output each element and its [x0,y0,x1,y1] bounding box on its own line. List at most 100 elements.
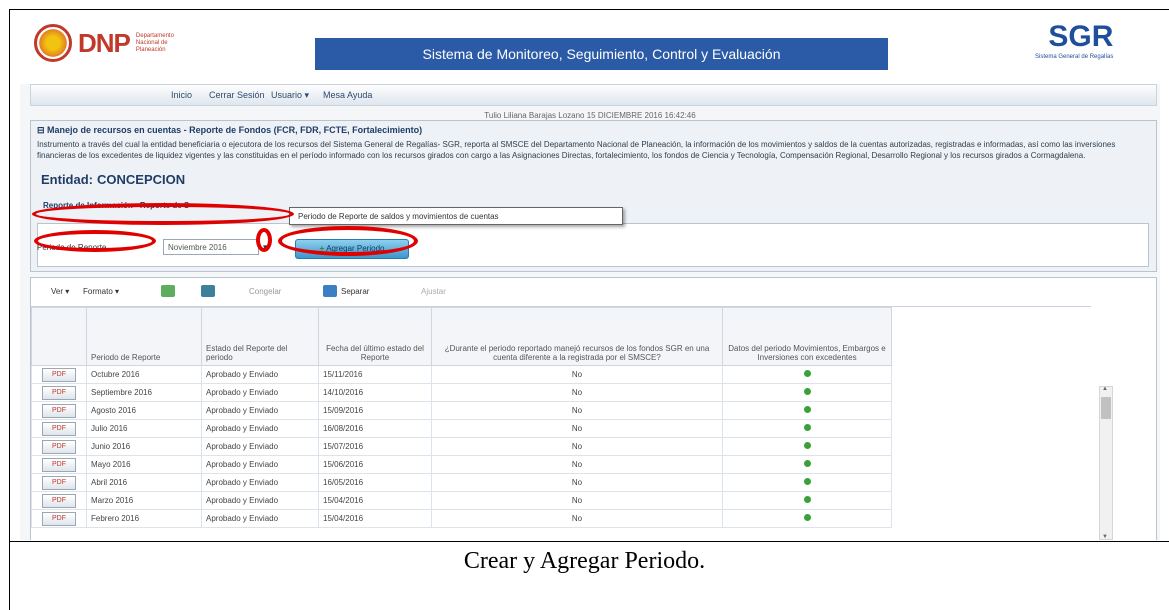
pdf-button[interactable]: PDF [42,439,76,454]
fecha-cell: 15/09/2016 [318,401,432,420]
view-data-icon[interactable] [803,370,811,377]
report-table: Periodo de Reporte Estado del Reporte de… [31,307,892,528]
grid-view-icon[interactable] [201,285,215,297]
table-row[interactable]: PDF Octubre 2016 Aprobado y Enviado 15/11/2… [31,365,892,384]
table-row[interactable]: PDF Mayo 2016 Aprobado y Enviado 15/06/2016… [31,455,892,474]
pdf-cell: PDF [31,365,87,384]
fecha-cell: 15/04/2016 [318,491,432,510]
periodo-cell: Febrero 2016 [86,509,202,528]
col-header-estado[interactable]: Estado del Reporte del periodo [201,307,319,366]
nav-bar: Inicio Cerrar Sesión Usuario ▾ Mesa Ayud… [30,84,1157,106]
pdf-cell: PDF [31,491,87,510]
figure-caption: Crear y Agregar Periodo. [463,548,706,574]
table-row[interactable]: PDF Agosto 2016 Aprobado y Enviado 15/09/20… [31,401,892,420]
col-header-pregunta[interactable]: ¿Durante el periodo reportado manejó rec… [431,307,723,366]
ver-menu[interactable]: Ver ▾ [51,287,69,296]
periodo-cell: Julio 2016 [86,419,202,438]
pdf-button[interactable]: PDF [42,511,76,526]
respuesta-cell: No [431,365,723,384]
estado-cell: Aprobado y Enviado [201,383,319,402]
view-data-icon[interactable] [803,514,811,521]
estado-cell: Aprobado y Enviado [201,491,319,510]
col-header-fecha[interactable]: Fecha del último estado del Reporte [318,307,432,366]
pdf-cell: PDF [31,509,87,528]
scroll-up-icon[interactable]: ▲ [1102,386,1108,392]
table-scrollbar[interactable]: ▲ ▼ [1099,386,1113,540]
ajustar-button[interactable]: Ajustar [421,287,446,296]
dnp-logo-text: DNP [78,27,131,58]
periodo-tooltip: Periodo de Reporte de saldos y movimient… [289,207,623,225]
view-data-icon[interactable] [803,442,811,449]
nav-cerrar-sesion[interactable]: Cerrar Sesión [209,90,265,100]
app-header: DNP Departamento Nacional de Planeación … [20,12,1160,84]
pdf-button[interactable]: PDF [42,385,76,400]
view-data-icon[interactable] [803,496,811,503]
highlight-ring-report [32,203,294,225]
estado-cell: Aprobado y Enviado [201,455,319,474]
view-data-icon[interactable] [803,460,811,467]
datos-cell [722,401,892,420]
col-header-periodo[interactable]: Periodo de Reporte [86,307,202,366]
nav-inicio[interactable]: Inicio [171,90,192,100]
pdf-button[interactable]: PDF [42,457,76,472]
col-header-datos[interactable]: Datos del periodo Movimientos, Embargos … [722,307,892,366]
view-data-icon[interactable] [803,478,811,485]
periodo-cell: Marzo 2016 [86,491,202,510]
fecha-cell: 15/04/2016 [318,509,432,528]
table-header-row: Periodo de Reporte Estado del Reporte de… [31,307,892,366]
respuesta-cell: No [431,491,723,510]
nav-mesa-ayuda[interactable]: Mesa Ayuda [323,90,372,100]
highlight-ring-agregar [278,226,418,256]
fecha-cell: 16/05/2016 [318,473,432,492]
congelar-button[interactable]: Congelar [249,287,281,296]
table-row[interactable]: PDF Marzo 2016 Aprobado y Enviado 15/04/201… [31,491,892,510]
fecha-cell: 15/11/2016 [318,365,432,384]
panel-description: Instrumento a través del cual la entidad… [37,140,1116,160]
datos-cell [722,437,892,456]
fecha-cell: 15/06/2016 [318,455,432,474]
panel-title-text: Manejo de recursos en cuentas - Reporte … [47,125,423,135]
view-data-icon[interactable] [803,388,811,395]
table-row[interactable]: PDF Abril 2016 Aprobado y Enviado 16/05/201… [31,473,892,492]
estado-cell: Aprobado y Enviado [201,401,319,420]
separar-button[interactable]: Separar [341,287,369,296]
periodo-cell: Octubre 2016 [86,365,202,384]
respuesta-cell: No [431,437,723,456]
dnp-logo: DNP Departamento Nacional de Planeación [34,24,186,62]
view-data-icon[interactable] [803,406,811,413]
entity-label: Entidad: [41,172,93,187]
scroll-down-icon[interactable]: ▼ [1102,534,1108,540]
fecha-cell: 14/10/2016 [318,383,432,402]
sgr-logo-text: SGR [1048,20,1114,53]
datos-cell [722,491,892,510]
estado-cell: Aprobado y Enviado [201,509,319,528]
view-data-icon[interactable] [803,424,811,431]
estado-cell: Aprobado y Enviado [201,419,319,438]
pdf-cell: PDF [31,437,87,456]
table-row[interactable]: PDF Septiembre 2016 Aprobado y Enviado 14/1… [31,383,892,402]
formato-menu[interactable]: Formato ▾ [83,287,119,296]
scroll-thumb[interactable] [1101,397,1111,419]
user-session-line: Tulio Liliana Barajas Lozano 15 DICIEMBR… [484,111,696,120]
periodo-cell: Abril 2016 [86,473,202,492]
dnp-logo-subtitle: Departamento Nacional de Planeación [135,32,174,53]
col-header-pdf [31,307,87,366]
table-row[interactable]: PDF Junio 2016 Aprobado y Enviado 15/07/201… [31,437,892,456]
pdf-cell: PDF [31,473,87,492]
pdf-button[interactable]: PDF [42,421,76,436]
table-row[interactable]: PDF Julio 2016 Aprobado y Enviado 16/08/201… [31,419,892,438]
periodo-select[interactable]: Noviembre 2016 [163,239,259,255]
respuesta-cell: No [431,383,723,402]
periodo-cell: Mayo 2016 [86,455,202,474]
periodo-cell: Septiembre 2016 [86,383,202,402]
system-title: Sistema de Monitoreo, Seguimiento, Contr… [315,38,888,70]
pdf-button[interactable]: PDF [42,475,76,490]
nav-usuario[interactable]: Usuario ▾ [271,90,309,101]
respuesta-cell: No [431,401,723,420]
periodo-cell: Agosto 2016 [86,401,202,420]
pdf-button[interactable]: PDF [42,493,76,508]
pdf-button[interactable]: PDF [42,403,76,418]
export-excel-icon[interactable] [161,285,175,297]
table-row[interactable]: PDF Febrero 2016 Aprobado y Enviado 15/04/2… [31,509,892,528]
pdf-button[interactable]: PDF [42,367,76,382]
